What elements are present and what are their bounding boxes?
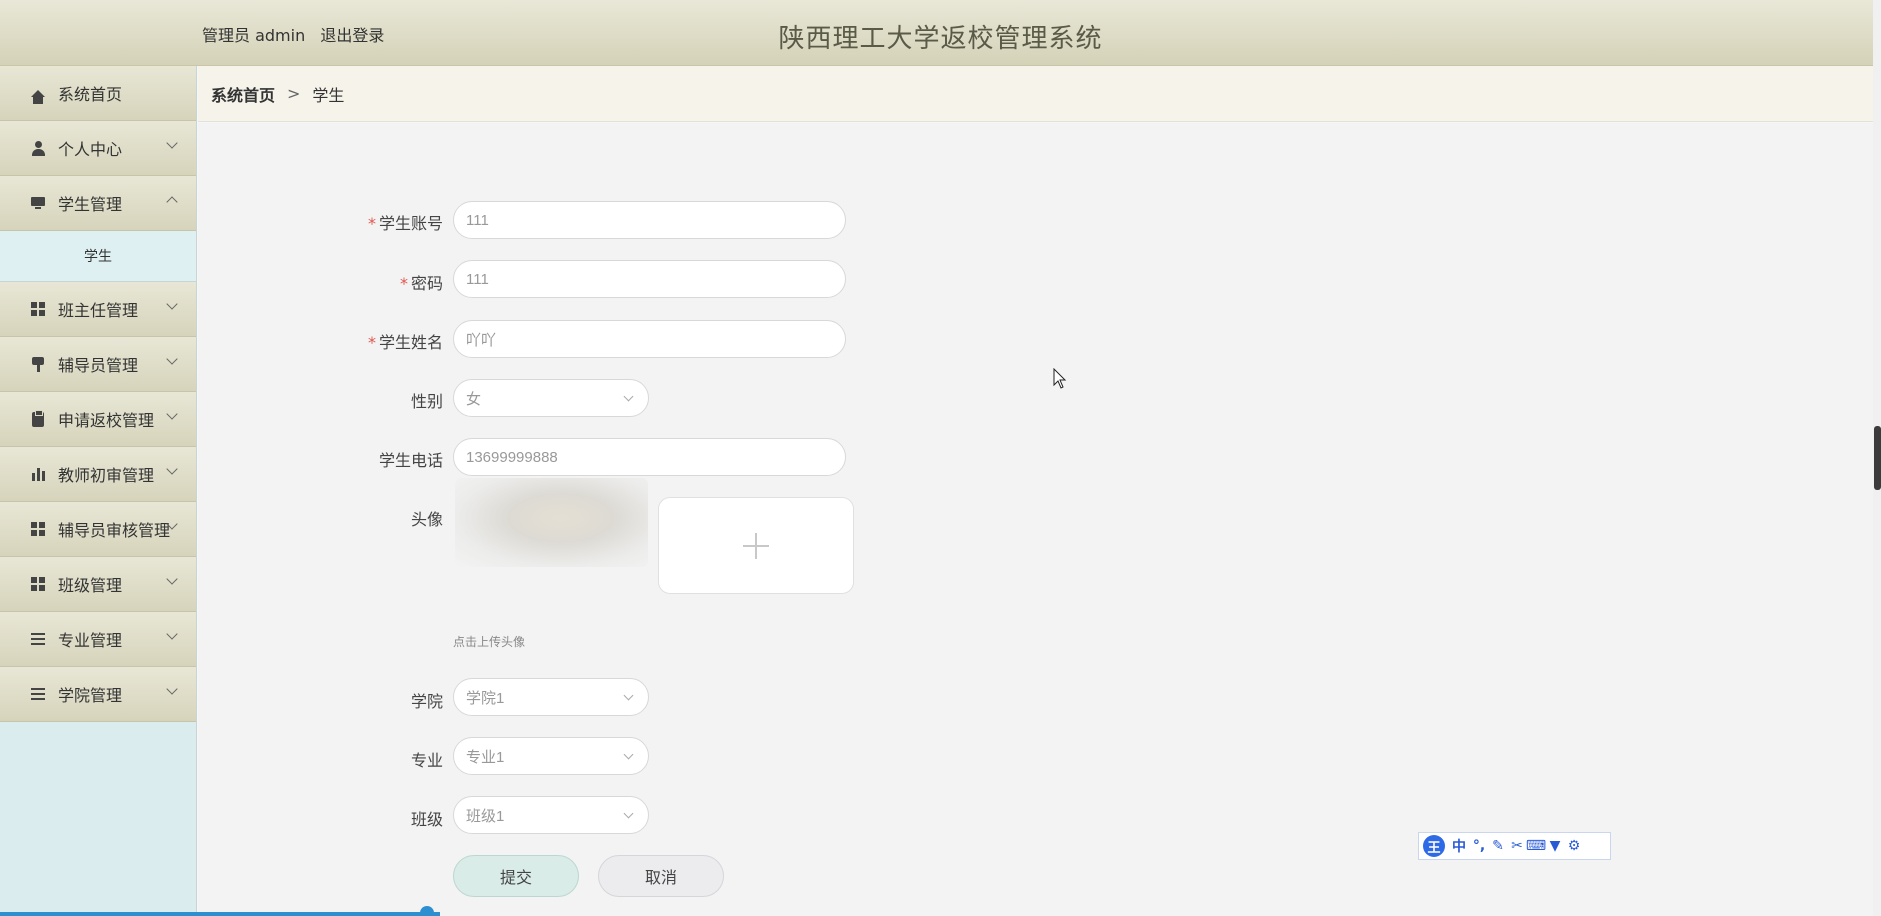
plus-icon: [743, 532, 769, 559]
sidebar-item-label: 学院管理: [58, 686, 123, 705]
sidebar-item-label: 个人中心: [58, 140, 123, 159]
upload-hint: 点击上传头像: [453, 635, 526, 649]
chevron-down-icon: [166, 137, 178, 149]
sidebar-item-student-management[interactable]: 学生管理: [0, 176, 196, 231]
grid-icon: [30, 521, 46, 537]
keyboard-icon[interactable]: ⌨: [1526, 838, 1546, 854]
pin-icon: [30, 356, 46, 372]
bar-chart-icon: [30, 466, 46, 482]
sidebar-item-teacher-review[interactable]: 教师初审管理: [0, 447, 196, 502]
password-label: * 密码: [399, 274, 443, 293]
grid-icon: [30, 576, 46, 592]
password-input[interactable]: 111: [453, 260, 846, 298]
sidebar-item-class-teacher[interactable]: 班主任管理: [0, 282, 196, 337]
pen-icon[interactable]: ✎: [1492, 838, 1504, 854]
phone-label: 学生电话: [378, 451, 443, 470]
sidebar-subitem-student[interactable]: 学生: [0, 231, 196, 282]
sidebar: 系统首页 个人中心 学生管理 学生 班主任管理 辅导员管理 申请返校管理 教师初…: [0, 66, 197, 916]
sidebar-item-label: 系统首页: [58, 85, 123, 104]
sidebar-item-label: 教师初审管理: [58, 466, 155, 485]
user-icon: [30, 140, 46, 156]
breadcrumb: 系统首页 > 学生: [198, 66, 1873, 122]
class-value: 班级1: [466, 807, 505, 825]
avatar-upload-button[interactable]: [658, 497, 854, 594]
sidebar-item-counselor[interactable]: 辅导员管理: [0, 337, 196, 392]
mouse-cursor-icon: [1053, 368, 1067, 389]
chevron-down-icon: [623, 391, 634, 402]
chevron-down-icon: [166, 628, 178, 640]
chevron-down-icon: [166, 353, 178, 365]
sidebar-item-home[interactable]: 系统首页: [0, 66, 196, 121]
chevron-up-icon: [166, 196, 178, 208]
progress-handle: [420, 906, 434, 916]
sidebar-item-label: 申请返校管理: [58, 411, 155, 430]
account-label: * 学生账号: [367, 214, 443, 233]
class-select[interactable]: 班级1: [453, 796, 649, 834]
name-label: * 学生姓名: [367, 333, 443, 352]
loading-bar: [0, 912, 440, 916]
sidebar-item-label: 班级管理: [58, 576, 123, 595]
scissors-icon[interactable]: ✂: [1511, 838, 1523, 854]
chevron-down-icon: [166, 408, 178, 420]
major-select[interactable]: 专业1: [453, 737, 649, 775]
system-title: 陕西理工大学返校管理系统: [778, 24, 1103, 54]
major-value: 专业1: [466, 748, 505, 766]
ime-toolbar[interactable]: 王 中 °, ✎ ✂ ⌨ ▼ ⚙: [1418, 832, 1611, 860]
home-icon: [30, 85, 46, 104]
breadcrumb-current: 学生: [312, 85, 345, 105]
sidebar-item-major[interactable]: 专业管理: [0, 612, 196, 667]
breadcrumb-home[interactable]: 系统首页: [211, 82, 275, 106]
list-icon: [30, 631, 46, 647]
account-input[interactable]: 111: [453, 201, 846, 239]
major-label: 专业: [410, 751, 443, 770]
content-area: [198, 123, 1873, 916]
cancel-button[interactable]: 取消: [598, 855, 724, 897]
sidebar-item-personal-center[interactable]: 个人中心: [0, 121, 196, 176]
list-icon: [30, 686, 46, 702]
chevron-down-icon: [166, 463, 178, 475]
chevron-down-icon: [166, 683, 178, 695]
sidebar-item-label: 辅导员管理: [58, 356, 139, 375]
gender-label: 性别: [410, 392, 443, 411]
punctuation-icon[interactable]: °,: [1473, 838, 1485, 854]
college-value: 学院1: [466, 689, 505, 707]
gender-select[interactable]: 女: [453, 379, 649, 417]
student-name-input[interactable]: 吖吖: [453, 320, 846, 358]
college-select[interactable]: 学院1: [453, 678, 649, 716]
ime-mode-label[interactable]: 中: [1452, 836, 1466, 856]
gender-value: 女: [466, 390, 482, 408]
settings-icon[interactable]: ⚙: [1568, 838, 1581, 854]
sidebar-item-class[interactable]: 班级管理: [0, 557, 196, 612]
sidebar-item-counselor-review[interactable]: 辅导员审核管理: [0, 502, 196, 557]
sidebar-item-college[interactable]: 学院管理: [0, 667, 196, 722]
chevron-down-icon: [623, 808, 634, 819]
breadcrumb-separator: >: [287, 84, 301, 103]
sidebar-item-return-application[interactable]: 申请返校管理: [0, 392, 196, 447]
chevron-down-icon: [166, 298, 178, 310]
chevron-down-icon: [166, 573, 178, 585]
phone-input[interactable]: 13699999888: [453, 438, 846, 476]
sidebar-item-label: 专业管理: [58, 631, 123, 650]
chevron-down-icon: [623, 749, 634, 760]
monitor-icon: [30, 195, 46, 211]
clipboard-icon: [30, 409, 46, 427]
scrollbar-thumb[interactable]: [1874, 426, 1881, 490]
avatar-label: 头像: [410, 510, 443, 529]
grid-icon: [30, 301, 46, 317]
ime-logo-icon[interactable]: 王: [1423, 835, 1445, 857]
sidebar-item-label: 学生管理: [58, 195, 123, 214]
top-header: 管理员 admin 退出登录 陕西理工大学返校管理系统: [0, 0, 1873, 66]
avatar-preview-image: [455, 478, 648, 567]
skin-icon[interactable]: ▼: [1549, 838, 1561, 854]
sidebar-item-label: 班主任管理: [58, 301, 139, 320]
chevron-down-icon: [623, 690, 634, 701]
class-label: 班级: [410, 810, 443, 829]
sidebar-item-label: 辅导员审核管理: [58, 521, 171, 540]
submit-button[interactable]: 提交: [453, 855, 579, 897]
college-label: 学院: [410, 692, 443, 711]
